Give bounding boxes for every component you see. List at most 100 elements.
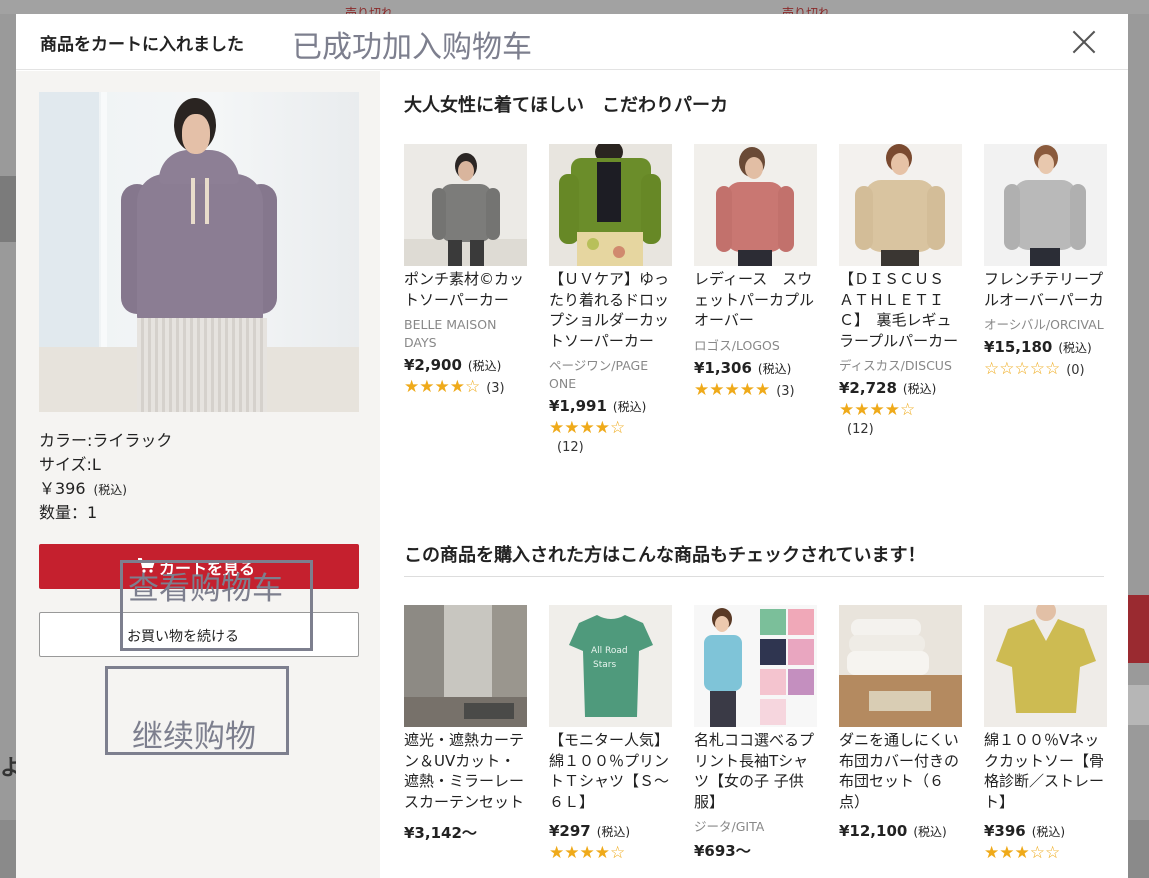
product-image[interactable] <box>404 605 527 727</box>
product-name[interactable]: 綿１００％Vネックカットソー【骨格診断／ストレート】 <box>984 730 1107 812</box>
product-image[interactable] <box>404 144 527 266</box>
item-size: サイズ:L <box>39 455 101 474</box>
product-price: ¥15,180 (税込) <box>984 338 1107 356</box>
product-price-value: ¥3,142〜 <box>404 824 477 842</box>
product-price: ¥1,306 (税込) <box>694 359 817 377</box>
review-count: (12) <box>847 422 874 437</box>
star-icon: ★★★★★ <box>694 379 771 400</box>
product-image[interactable]: All Road Stars <box>549 605 672 727</box>
rating-stars: ★★★★☆ (12) <box>839 401 962 439</box>
product-price-tax: (税込) <box>913 825 947 839</box>
product-name[interactable]: 【モニター人気】綿１００％プリントＴシャツ【Ｓ～６Ｌ】 <box>549 730 672 812</box>
product-name[interactable]: ダニを通しにくい布団カバー付きの布団セット（６点） <box>839 730 962 812</box>
star-icon: ★★★★ <box>404 377 465 397</box>
product-image[interactable] <box>694 605 817 727</box>
product-price: ¥2,728 (税込) <box>839 379 962 397</box>
product-image[interactable] <box>839 605 962 727</box>
modal-header: 商品をカートに入れました 已成功加入购物车 <box>16 14 1128 70</box>
product-name[interactable]: 遮光・遮熱カーテン＆UVカット・遮熱・ミラーレースカーテンセット <box>404 730 527 812</box>
product-price-value: ¥12,100 <box>839 822 908 840</box>
modal-title: 商品をカートに入れました <box>40 35 244 55</box>
product-price: ¥1,991 (税込) <box>549 397 672 415</box>
product-price-value: ¥1,306 <box>694 358 752 377</box>
product-price-tax: (税込) <box>596 825 631 839</box>
product-price: ¥2,900 (税込) <box>404 356 527 374</box>
product-card[interactable]: 【ＵＶケア】ゆったり着れるドロップショルダーカットソーパーカー ページワン/PA… <box>549 144 672 457</box>
product-card[interactable]: ダニを通しにくい布団カバー付きの布団セット（６点） ¥12,100 (税込) <box>839 605 962 840</box>
product-name[interactable]: 【ＵＶケア】ゆったり着れるドロップショルダーカットソーパーカー <box>549 269 672 351</box>
product-card[interactable]: 遮光・遮熱カーテン＆UVカット・遮熱・ミラーレースカーテンセット ¥3,142〜 <box>404 605 527 843</box>
product-price: ¥693〜 <box>694 840 817 861</box>
star-outline-icon: ☆☆ <box>1029 843 1061 863</box>
review-count: (12) <box>557 440 584 455</box>
continue-translation-overlay: 继续购物 <box>132 719 256 755</box>
recommendations-panel: 大人女性に着てほしい こだわりパーカ ポンチ素材©カットソーパーカー BELLE… <box>380 71 1128 878</box>
svg-text:Stars: Stars <box>593 660 616 670</box>
product-price: ¥3,142〜 <box>404 822 527 843</box>
product-image[interactable] <box>694 144 817 266</box>
product-price-value: ¥396 <box>984 822 1026 840</box>
product-price-value: ¥1,991 <box>549 397 607 415</box>
star-outline-icon: ☆ <box>899 400 916 420</box>
product-card[interactable]: 名札ココ選べるプリント長袖Tシャツ【女の子 子供服】 ジータ/GITA ¥693… <box>694 605 817 861</box>
product-card[interactable]: All Road Stars 【モニター人気】綿１００％プリントＴシャツ【Ｓ～６Ｌ… <box>549 605 672 862</box>
background-strip <box>0 0 1149 14</box>
item-quantity: 数量：1 <box>39 503 98 522</box>
item-color: カラー:ライラック <box>39 431 173 450</box>
background-button <box>1128 685 1149 725</box>
rating-stars: ★★★★★ (3) <box>694 381 817 401</box>
star-outline-icon: ☆ <box>609 843 626 863</box>
product-price-tax: (税込) <box>1031 825 1066 839</box>
star-outline-icon: ☆☆☆☆☆ <box>984 359 1061 379</box>
product-price-value: ¥2,900 <box>404 356 462 374</box>
product-card[interactable]: ポンチ素材©カットソーパーカー BELLE MAISON DAYS ¥2,900… <box>404 144 527 398</box>
review-count: (3) <box>776 383 795 399</box>
product-name[interactable]: レディース スウェットパーカプルオーバー <box>694 269 817 331</box>
product-name[interactable]: フレンチテリープルオーバーパーカ <box>984 269 1107 310</box>
product-price-tax: (税込) <box>1058 341 1092 355</box>
product-card[interactable]: 【ＤＩＳＣＵＳ ＡＴＨＬＥＴＩＣ】 裏毛レギュラープルパーカー ディスカス/DI… <box>839 144 962 439</box>
view-cart-translation-overlay: 查看购物车 <box>128 571 283 607</box>
product-price-value: ¥693〜 <box>694 842 751 860</box>
section-heading-parka: 大人女性に着てほしい こだわりパーカ <box>404 95 728 116</box>
background-thumbnail <box>0 176 16 242</box>
rating-stars: ★★★★☆ <box>549 844 672 862</box>
product-image[interactable] <box>839 144 962 266</box>
product-price-value: ¥15,180 <box>984 338 1053 356</box>
rating-stars: ★★★★☆ (3) <box>404 378 527 398</box>
product-brand: ページワン/PAGE ONE <box>549 358 649 391</box>
product-brand: ディスカス/DISCUS <box>839 358 952 373</box>
review-count: (0) <box>1066 363 1085 378</box>
product-image[interactable] <box>984 144 1107 266</box>
product-image[interactable] <box>984 605 1107 727</box>
product-image[interactable] <box>549 144 672 266</box>
product-brand: BELLE MAISON DAYS <box>404 317 497 350</box>
close-icon[interactable] <box>1072 30 1096 54</box>
title-translation-overlay: 已成功加入购物车 <box>292 30 532 65</box>
rating-stars: ★★★★☆ (12) <box>549 419 672 457</box>
rating-stars: ☆☆☆☆☆ (0) <box>984 360 1107 380</box>
product-price-tax: (税込) <box>467 359 502 373</box>
item-price-value: ￥396 <box>39 479 86 498</box>
background-red-button <box>1128 595 1149 663</box>
product-price: ¥396 (税込) <box>984 822 1107 840</box>
svg-text:All Road: All Road <box>591 646 628 656</box>
product-card[interactable]: 綿１００％Vネックカットソー【骨格診断／ストレート】 ¥396 (税込) ★★★☆… <box>984 605 1107 862</box>
product-price-tax: (税込) <box>902 382 937 396</box>
star-icon: ★★★★ <box>839 400 900 420</box>
star-outline-icon: ☆ <box>464 377 481 397</box>
added-item-image <box>39 92 359 412</box>
star-icon: ★★★ <box>984 843 1030 863</box>
product-price: ¥12,100 (税込) <box>839 822 962 840</box>
product-name[interactable]: 名札ココ選べるプリント長袖Tシャツ【女の子 子供服】 <box>694 730 817 812</box>
rating-stars: ★★★☆☆ <box>984 844 1107 862</box>
product-name[interactable]: 【ＤＩＳＣＵＳ ＡＴＨＬＥＴＩＣ】 裏毛レギュラープルパーカー <box>839 269 962 351</box>
item-price-tax: (税込) <box>93 483 127 497</box>
product-brand: ロゴス/LOGOS <box>694 337 780 353</box>
section-divider <box>404 576 1104 577</box>
product-price-value: ¥297 <box>549 822 591 840</box>
product-card[interactable]: レディース スウェットパーカプルオーバー ロゴス/LOGOS ¥1,306 (税込… <box>694 144 817 401</box>
product-brand: ジータ/GITA <box>694 819 765 834</box>
product-card[interactable]: フレンチテリープルオーバーパーカ オーシバル/ORCIVAL ¥15,180 (税… <box>984 144 1107 380</box>
product-name[interactable]: ポンチ素材©カットソーパーカー <box>404 269 527 310</box>
